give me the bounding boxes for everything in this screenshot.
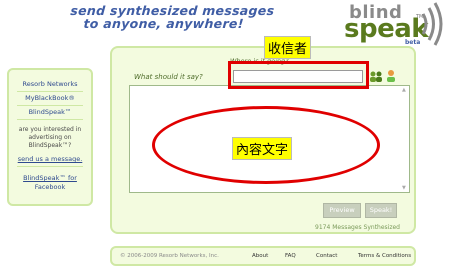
advertising-text-line: BlindSpeak™? xyxy=(28,142,72,149)
scroll-down-icon[interactable]: ▼ xyxy=(402,185,412,230)
sound-waves-icon xyxy=(421,2,443,46)
send-message-link[interactable]: send us a message. xyxy=(9,155,91,164)
facebook-link-line1[interactable]: BlindSpeak™ for xyxy=(9,174,91,183)
speak-button[interactable]: Speak! xyxy=(365,203,397,218)
facebook-link-line2[interactable]: Facebook xyxy=(9,183,91,192)
sidebar-link-resorb[interactable]: Resorb Networks xyxy=(9,80,91,89)
sidebar-divider xyxy=(17,91,83,92)
user-icon[interactable] xyxy=(385,69,397,82)
copyright-text: © 2006-2009 Resorb Networks, Inc. xyxy=(120,253,219,259)
message-annotation-label: 內容文字 xyxy=(232,137,293,160)
scroll-up-icon[interactable]: ▲ xyxy=(402,87,412,93)
sidebar-link-blindspeak[interactable]: BlindSpeak™ xyxy=(9,108,91,117)
sidebar-divider xyxy=(17,105,83,106)
footer-link-about[interactable]: About xyxy=(252,253,268,259)
message-label: What should it say? xyxy=(134,73,203,81)
footer: © 2006-2009 Resorb Networks, Inc. About … xyxy=(110,246,416,266)
advertising-text-line: advertising on xyxy=(28,134,72,141)
sidebar-link-myblackbook[interactable]: MyBlackBook® xyxy=(9,94,91,103)
footer-link-terms[interactable]: Terms & Conditions xyxy=(358,253,411,259)
recipient-annotation-label: 收信者 xyxy=(264,36,312,59)
recipient-highlight-box xyxy=(228,61,369,89)
address-book-icon[interactable] xyxy=(369,70,383,82)
sidebar: Resorb Networks MyBlackBook® BlindSpeak™… xyxy=(7,68,93,206)
preview-button[interactable]: Preview xyxy=(323,203,361,218)
footer-link-contact[interactable]: Contact xyxy=(316,253,337,259)
sidebar-divider xyxy=(17,166,83,167)
sidebar-divider xyxy=(17,119,83,120)
logo-beta: beta xyxy=(405,39,421,46)
tagline: send synthesized messages to anyone, any… xyxy=(69,3,275,31)
advertising-text-line: are you interested in xyxy=(18,126,82,133)
tagline-line2: to anyone, anywhere! xyxy=(83,16,245,31)
blindspeak-logo[interactable]: blind speak TM beta xyxy=(344,2,449,48)
footer-link-faq[interactable]: FAQ xyxy=(285,253,296,259)
messages-synthesized-count: 9174 Messages Synthesized xyxy=(315,224,400,231)
